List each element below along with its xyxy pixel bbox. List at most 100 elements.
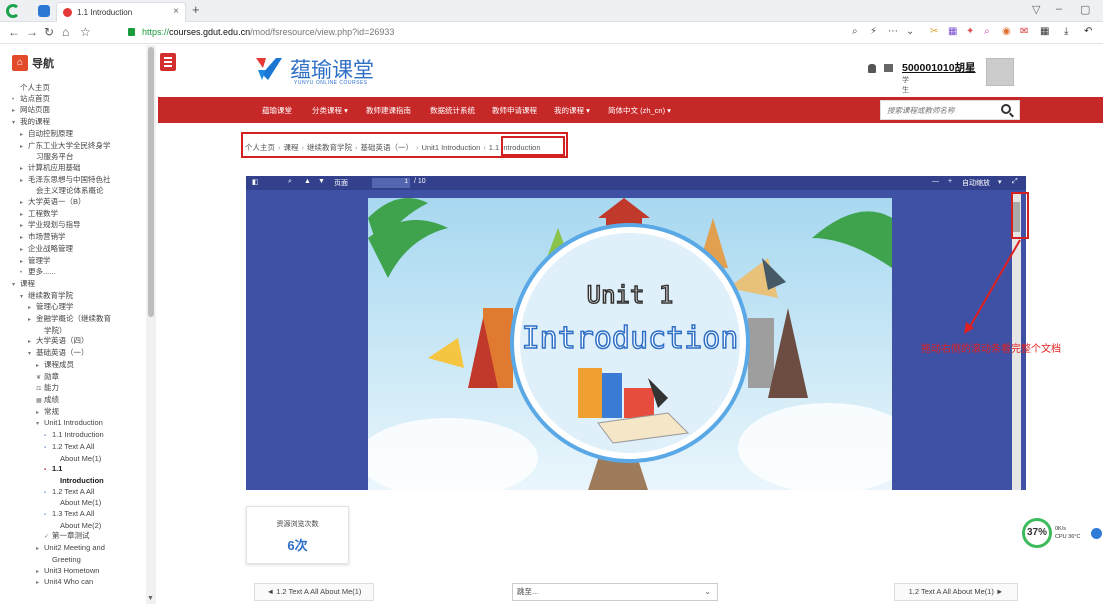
tree-node-icon[interactable]: ▸ bbox=[28, 315, 36, 326]
favorite-icon[interactable]: ☆ bbox=[80, 25, 91, 39]
tree-node-icon[interactable]: ▸ bbox=[20, 233, 28, 244]
nav-tree-item[interactable]: ▸ 学业规划与指导 bbox=[0, 220, 148, 232]
message-icon[interactable] bbox=[884, 64, 893, 72]
tree-node-icon[interactable]: ▸ bbox=[20, 245, 28, 256]
nav-tree-item[interactable]: ▸ 市场营销学 bbox=[0, 232, 148, 244]
nav-tree-item[interactable]: ▪ 1.2 Text A All bbox=[0, 487, 148, 499]
tree-node-icon[interactable]: ▸ bbox=[12, 106, 20, 117]
nav-tree-item[interactable]: 会主义理论体系概论 bbox=[0, 186, 148, 197]
nav-tree-item[interactable]: ▪ 1.1 Introduction bbox=[0, 430, 148, 442]
page-number-input[interactable]: 1 bbox=[372, 178, 410, 188]
tree-node-icon[interactable]: ▸ bbox=[20, 142, 28, 153]
tree-node-icon[interactable]: ▸ bbox=[20, 257, 28, 268]
tag-icon[interactable]: ⌕ bbox=[984, 26, 990, 37]
search-icon[interactable]: ⌕ bbox=[852, 26, 858, 37]
tree-node-icon[interactable]: ❦ bbox=[36, 373, 44, 384]
tree-node-icon[interactable]: ▸ bbox=[36, 544, 44, 555]
nav-tree-item[interactable]: ▦ 成绩 bbox=[0, 395, 148, 407]
tree-node-icon[interactable]: ▪ bbox=[44, 510, 52, 521]
scroll-down-icon[interactable]: ▼ bbox=[147, 595, 154, 602]
nav-tree-item[interactable]: ▸ Unit2 Meeting and bbox=[0, 543, 148, 555]
nav-tree-item[interactable]: ▸ 管理学 bbox=[0, 256, 148, 268]
nav-tree-item[interactable]: About Me(1) bbox=[0, 498, 148, 509]
nav-tree-item[interactable]: ▸ 金融学概论（继续教育 bbox=[0, 314, 148, 326]
nav-tree-item[interactable]: ⚖ 能力 bbox=[0, 383, 148, 395]
course-search[interactable] bbox=[880, 100, 1020, 120]
nav-tree-item[interactable]: ▸ 企业战略管理 bbox=[0, 244, 148, 256]
user-name[interactable]: 500001010胡星 bbox=[902, 60, 976, 75]
tree-node-icon[interactable]: ▪ bbox=[44, 443, 52, 454]
tree-node-icon[interactable]: ▪ bbox=[44, 431, 52, 442]
nav-language-menu[interactable]: 简体中文 (zh_cn) ▾ bbox=[608, 105, 671, 116]
tree-node-icon[interactable]: ▪ bbox=[44, 465, 52, 476]
nav-teacher-guide[interactable]: 教师建课指南 bbox=[366, 105, 411, 116]
tree-node-icon[interactable]: ▾ bbox=[12, 280, 20, 291]
nav-tree-item[interactable]: About Me(2) bbox=[0, 521, 148, 532]
nav-tree-item[interactable]: • 站点首页 bbox=[0, 94, 148, 106]
zoom-in-icon[interactable]: + bbox=[948, 178, 952, 185]
site-logo[interactable]: 蕴瑜课堂 YUNYU ONLINE COURSES bbox=[254, 52, 384, 90]
nav-tree-item[interactable]: ▸ 常规 bbox=[0, 407, 148, 419]
tree-node-icon[interactable]: • bbox=[20, 268, 28, 279]
tree-node-icon[interactable]: ▾ bbox=[12, 118, 20, 129]
tab-close-icon[interactable]: × bbox=[173, 6, 179, 17]
game-icon[interactable]: ◉ bbox=[1002, 26, 1011, 37]
tree-node-icon[interactable]: ▸ bbox=[20, 164, 28, 175]
nav-tree-item[interactable]: ▸ 管理心理学 bbox=[0, 302, 148, 314]
nav-tree-item[interactable]: ▸ 广东工业大学全民终身学 bbox=[0, 141, 148, 153]
home-icon[interactable]: ⌂ bbox=[62, 25, 69, 39]
nav-tree-item[interactable]: ▸ Unit3 Hometown bbox=[0, 566, 148, 578]
tree-node-icon[interactable]: ✓ bbox=[44, 532, 52, 543]
extension-icon[interactable]: ✦ bbox=[966, 26, 974, 37]
browser-tab[interactable]: 1.1 Introduction × bbox=[56, 2, 186, 22]
nav-home-link[interactable]: 蕴瑜课堂 bbox=[262, 105, 292, 116]
tree-node-icon[interactable]: ▸ bbox=[28, 337, 36, 348]
tree-node-icon[interactable]: • bbox=[12, 95, 20, 106]
system-monitor-widget[interactable]: 37% 0K/s CPU 36°C bbox=[1022, 518, 1102, 550]
nav-tree-item[interactable]: ▸ 毛泽东思想与中国特色社 bbox=[0, 175, 148, 187]
nav-tree-item[interactable]: ▪ 1.2 Text A All bbox=[0, 442, 148, 454]
reload-icon[interactable]: ↻ bbox=[44, 25, 54, 39]
nav-tree-item[interactable]: Introduction bbox=[0, 476, 148, 487]
nav-tree-item[interactable]: ▾ 我的课程 bbox=[0, 117, 148, 129]
avatar[interactable] bbox=[986, 58, 1014, 86]
next-activity-link[interactable]: 1.2 Text A All About Me(1) ► bbox=[894, 583, 1018, 601]
grid-icon[interactable]: ▦ bbox=[948, 26, 957, 37]
nav-tree-item[interactable]: ▾ 课程 bbox=[0, 279, 148, 291]
nav-tree-item[interactable]: ▾ 继续教育学院 bbox=[0, 291, 148, 303]
tree-node-icon[interactable]: ▸ bbox=[20, 176, 28, 187]
shield-icon[interactable] bbox=[38, 5, 50, 17]
zoom-out-icon[interactable]: — bbox=[932, 178, 939, 185]
window-maximize-icon[interactable]: ▢ bbox=[1080, 3, 1090, 16]
nav-tree-item[interactable]: ▸ 网站页面 bbox=[0, 105, 148, 117]
more-icon[interactable]: ⋯ bbox=[888, 26, 898, 37]
zoom-chevron-icon[interactable]: ▾ bbox=[998, 178, 1002, 186]
tree-node-icon[interactable]: ▸ bbox=[20, 221, 28, 232]
nav-tree-item[interactable]: 个人主页 bbox=[0, 83, 148, 94]
nav-tree-item[interactable]: Greeting bbox=[0, 555, 148, 566]
zoom-select[interactable]: 自动缩放 bbox=[962, 178, 990, 188]
nav-tree-item[interactable]: ▸ 工程数学 bbox=[0, 209, 148, 221]
apps-icon[interactable]: ▦ bbox=[1040, 26, 1049, 37]
nav-tree-item[interactable]: ▸ 计算机应用基础 bbox=[0, 163, 148, 175]
nav-tree-item[interactable]: ❦ 勋章 bbox=[0, 372, 148, 384]
prev-activity-link[interactable]: ◄ 1.2 Text A All About Me(1) bbox=[254, 583, 374, 601]
sidebar-toggle-icon[interactable]: ◧ bbox=[252, 178, 259, 186]
nav-tree-item[interactable]: • 更多...... bbox=[0, 267, 148, 279]
nav-tree-item[interactable]: ▸ 自动控制原理 bbox=[0, 129, 148, 141]
jump-to-select[interactable]: 跳至... ⌄ bbox=[512, 583, 718, 601]
nav-tree-item[interactable]: ▸ Unit4 Who can bbox=[0, 577, 148, 589]
nav-tree-item[interactable]: ▾ Unit1 Introduction bbox=[0, 418, 148, 430]
tree-node-icon[interactable]: ⚖ bbox=[36, 384, 44, 395]
nav-tree-item[interactable]: ▪ 1.1 bbox=[0, 464, 148, 476]
undo-icon[interactable]: ↶ bbox=[1084, 26, 1092, 37]
nav-apply-course[interactable]: 教师申请课程 bbox=[492, 105, 537, 116]
forward-icon[interactable]: → bbox=[26, 25, 38, 39]
lightning-icon[interactable]: ⚡ bbox=[870, 26, 877, 37]
nav-tree-item[interactable]: 学院） bbox=[0, 326, 148, 337]
nav-tree-item[interactable]: ▸ 大学英语（四） bbox=[0, 336, 148, 348]
window-minimize-button[interactable]: – bbox=[1056, 3, 1062, 15]
tree-node-icon[interactable]: ▦ bbox=[36, 396, 44, 407]
back-icon[interactable]: ← bbox=[8, 25, 20, 39]
tree-node-icon[interactable]: ▾ bbox=[36, 419, 44, 430]
